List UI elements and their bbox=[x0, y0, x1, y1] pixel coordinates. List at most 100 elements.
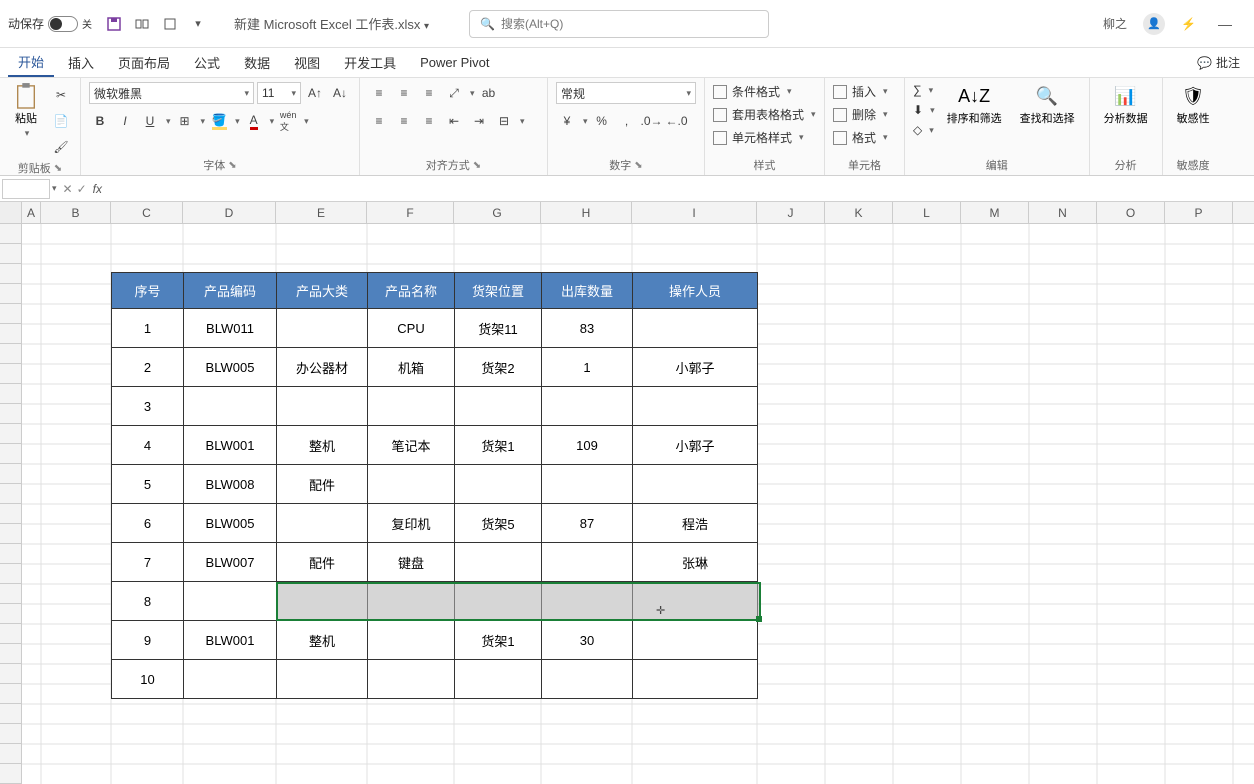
table-cell[interactable]: 1 bbox=[112, 309, 184, 348]
table-cell[interactable]: 配件 bbox=[277, 465, 368, 504]
username[interactable]: 柳之 bbox=[1103, 15, 1127, 32]
align-middle-icon[interactable]: ≡ bbox=[393, 82, 415, 104]
table-cell[interactable]: 配件 bbox=[277, 543, 368, 582]
table-cell[interactable]: 9 bbox=[112, 621, 184, 660]
column-header[interactable]: D bbox=[183, 202, 276, 223]
table-cell[interactable] bbox=[542, 582, 633, 621]
table-cell[interactable]: 87 bbox=[542, 504, 633, 543]
tab-formulas[interactable]: 公式 bbox=[184, 49, 230, 76]
column-header[interactable]: A bbox=[22, 202, 41, 223]
table-cell[interactable] bbox=[633, 465, 758, 504]
column-header[interactable]: E bbox=[276, 202, 367, 223]
table-cell[interactable] bbox=[455, 582, 542, 621]
column-header[interactable]: K bbox=[825, 202, 893, 223]
name-box[interactable] bbox=[2, 179, 50, 199]
table-cell[interactable]: BLW011 bbox=[184, 309, 277, 348]
row-header[interactable] bbox=[0, 344, 22, 364]
row-header[interactable] bbox=[0, 324, 22, 344]
table-cell[interactable]: BLW007 bbox=[184, 543, 277, 582]
dropdown-icon[interactable]: ▾ bbox=[190, 16, 206, 32]
table-cell[interactable]: 货架5 bbox=[455, 504, 542, 543]
redo-icon[interactable] bbox=[162, 16, 178, 32]
fx-icon[interactable]: fx bbox=[93, 182, 102, 196]
table-header-cell[interactable]: 出库数量 bbox=[542, 273, 633, 309]
column-header[interactable]: I bbox=[632, 202, 757, 223]
decrease-decimal-icon[interactable]: ←.0 bbox=[666, 110, 688, 132]
table-cell[interactable]: 30 bbox=[542, 621, 633, 660]
italic-button[interactable]: I bbox=[114, 110, 136, 132]
increase-font-icon[interactable]: A↑ bbox=[304, 82, 326, 104]
row-header[interactable] bbox=[0, 244, 22, 264]
row-header[interactable] bbox=[0, 584, 22, 604]
table-cell[interactable] bbox=[277, 582, 368, 621]
undo-icon[interactable] bbox=[134, 16, 150, 32]
table-cell[interactable]: CPU bbox=[368, 309, 455, 348]
number-format-select[interactable]: 常规▾ bbox=[556, 82, 696, 104]
table-header-cell[interactable]: 产品名称 bbox=[368, 273, 455, 309]
table-header-cell[interactable]: 货架位置 bbox=[455, 273, 542, 309]
table-cell[interactable] bbox=[277, 504, 368, 543]
cut-icon[interactable]: ✂ bbox=[50, 84, 72, 106]
table-cell[interactable] bbox=[633, 582, 758, 621]
row-header[interactable] bbox=[0, 564, 22, 584]
table-cell[interactable] bbox=[455, 660, 542, 699]
column-header[interactable]: B bbox=[41, 202, 111, 223]
merge-icon[interactable]: ⊟ bbox=[493, 110, 515, 132]
find-select-button[interactable]: 🔍 查找和选择 bbox=[1014, 82, 1081, 128]
avatar-icon[interactable]: 👤 bbox=[1143, 13, 1165, 35]
bold-button[interactable]: B bbox=[89, 110, 111, 132]
table-cell[interactable]: 5 bbox=[112, 465, 184, 504]
row-header[interactable] bbox=[0, 484, 22, 504]
table-cell[interactable]: 货架11 bbox=[455, 309, 542, 348]
clear-button[interactable]: ◇▾ bbox=[913, 122, 935, 138]
row-header[interactable] bbox=[0, 424, 22, 444]
row-header[interactable] bbox=[0, 364, 22, 384]
table-cell[interactable]: BLW005 bbox=[184, 504, 277, 543]
table-format-button[interactable]: 套用表格格式▾ bbox=[713, 105, 816, 124]
analyze-data-button[interactable]: 📊 分析数据 bbox=[1098, 82, 1154, 128]
paste-button[interactable]: 粘贴 ▾ bbox=[8, 82, 44, 141]
table-cell[interactable] bbox=[368, 582, 455, 621]
table-cell[interactable]: 1 bbox=[542, 348, 633, 387]
table-cell[interactable]: BLW001 bbox=[184, 426, 277, 465]
table-cell[interactable] bbox=[368, 660, 455, 699]
dialog-launcher-icon[interactable]: ⬊ bbox=[228, 160, 236, 171]
align-top-icon[interactable]: ≡ bbox=[368, 82, 390, 104]
row-header[interactable] bbox=[0, 724, 22, 744]
table-cell[interactable] bbox=[633, 309, 758, 348]
table-cell[interactable]: 6 bbox=[112, 504, 184, 543]
border-icon[interactable]: ⊞ bbox=[174, 110, 196, 132]
align-bottom-icon[interactable]: ≡ bbox=[418, 82, 440, 104]
row-header[interactable] bbox=[0, 684, 22, 704]
dialog-launcher-icon[interactable]: ⬊ bbox=[634, 160, 642, 171]
table-cell[interactable]: 货架2 bbox=[455, 348, 542, 387]
cells-area[interactable]: 序号产品编码产品大类产品名称货架位置出库数量操作人员 1BLW011CPU货架1… bbox=[22, 224, 1254, 784]
table-cell[interactable]: BLW005 bbox=[184, 348, 277, 387]
decrease-font-icon[interactable]: A↓ bbox=[329, 82, 351, 104]
copy-icon[interactable]: 📄 bbox=[50, 110, 72, 132]
formula-input[interactable] bbox=[108, 179, 1254, 199]
row-header[interactable] bbox=[0, 464, 22, 484]
column-header[interactable]: L bbox=[893, 202, 961, 223]
table-cell[interactable] bbox=[455, 543, 542, 582]
table-cell[interactable]: 办公器材 bbox=[277, 348, 368, 387]
table-cell[interactable] bbox=[184, 582, 277, 621]
column-header[interactable]: N bbox=[1029, 202, 1097, 223]
format-painter-icon[interactable]: 🖌 bbox=[50, 136, 72, 158]
conditional-format-button[interactable]: 条件格式▾ bbox=[713, 82, 816, 101]
table-cell[interactable] bbox=[277, 387, 368, 426]
tab-layout[interactable]: 页面布局 bbox=[108, 49, 180, 76]
column-header[interactable]: G bbox=[454, 202, 541, 223]
row-header[interactable] bbox=[0, 704, 22, 724]
row-header[interactable] bbox=[0, 604, 22, 624]
row-header[interactable] bbox=[0, 264, 22, 284]
column-header[interactable]: O bbox=[1097, 202, 1165, 223]
table-cell[interactable] bbox=[542, 660, 633, 699]
table-cell[interactable]: BLW001 bbox=[184, 621, 277, 660]
table-cell[interactable] bbox=[633, 387, 758, 426]
table-cell[interactable]: 83 bbox=[542, 309, 633, 348]
row-header[interactable] bbox=[0, 664, 22, 684]
table-cell[interactable]: 小郭子 bbox=[633, 426, 758, 465]
spreadsheet-grid[interactable]: ABCDEFGHIJKLMNOP 序号产品编码产品大类产品名称货架位置出库数量操… bbox=[0, 202, 1254, 784]
delete-cells-button[interactable]: 删除▾ bbox=[833, 105, 888, 124]
